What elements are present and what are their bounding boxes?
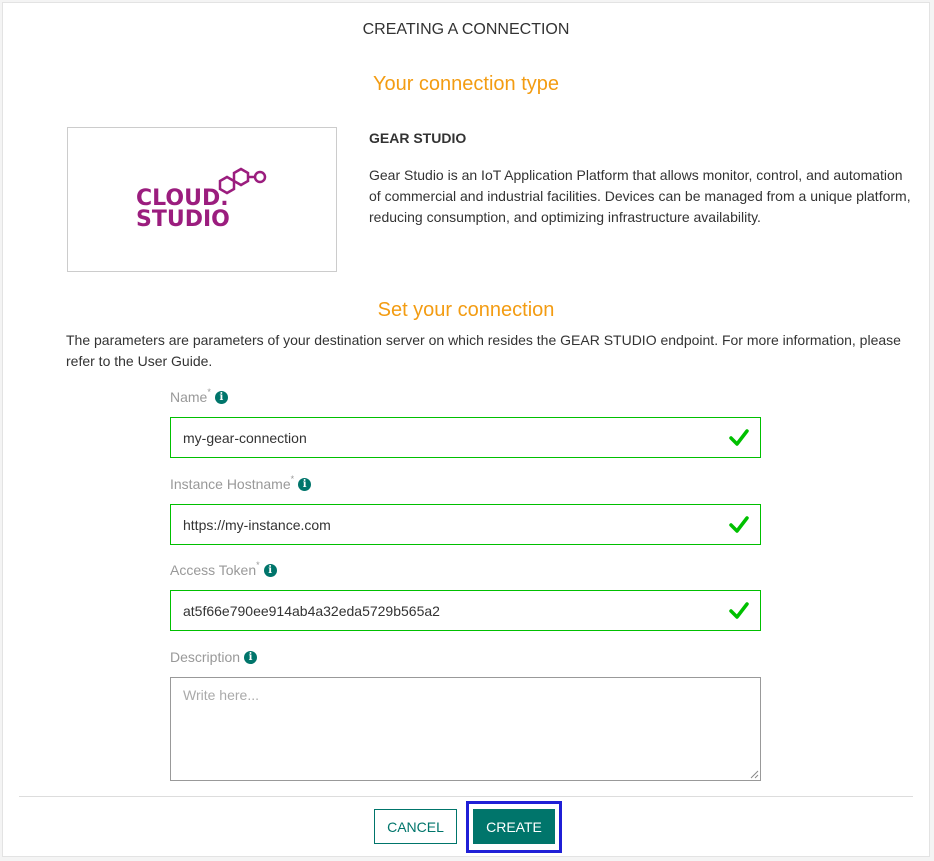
create-connection-dialog: CREATING A CONNECTION Your connection ty… [2, 2, 930, 857]
name-input[interactable]: my-gear-connection [170, 417, 761, 458]
description-textarea[interactable]: Write here... [170, 677, 761, 781]
info-icon[interactable]: i [298, 477, 312, 491]
connection-logo: CLOUD. STUDIO [67, 127, 337, 272]
create-button[interactable]: CREATE [473, 809, 555, 844]
name-label: Name * i [170, 387, 228, 405]
description-label: Description i [170, 649, 258, 665]
set-connection-intro: The parameters are parameters of your de… [66, 332, 901, 369]
logo-line2: STUDIO [136, 207, 230, 232]
footer-divider [19, 796, 913, 797]
description-placeholder: Write here... [183, 687, 259, 703]
check-icon [729, 602, 749, 619]
hostname-input[interactable]: https://my-instance.com [170, 504, 761, 545]
check-icon [729, 429, 749, 446]
info-icon[interactable]: i [214, 390, 228, 404]
hostname-label: Instance Hostname * i [170, 474, 312, 492]
info-icon[interactable]: i [263, 563, 277, 577]
set-connection-heading: Set your connection [377, 299, 555, 321]
resize-handle-icon[interactable] [749, 769, 759, 779]
connection-type-description: Gear Studio is an IoT Application Platfo… [369, 167, 911, 225]
connection-type-heading: Your connection type [372, 73, 560, 95]
check-icon [729, 516, 749, 533]
connection-type-name: GEAR STUDIO [369, 130, 467, 146]
dialog-title: CREATING A CONNECTION [362, 21, 570, 38]
cloud-studio-logo-icon: CLOUD. STUDIO [136, 167, 267, 232]
cancel-button[interactable]: CANCEL [374, 809, 457, 844]
access-token-input[interactable]: at5f66e790ee914ab4a32eda5729b565a2 [170, 590, 761, 631]
info-icon[interactable]: i [244, 650, 258, 664]
access-token-label: Access Token * i [170, 560, 277, 578]
